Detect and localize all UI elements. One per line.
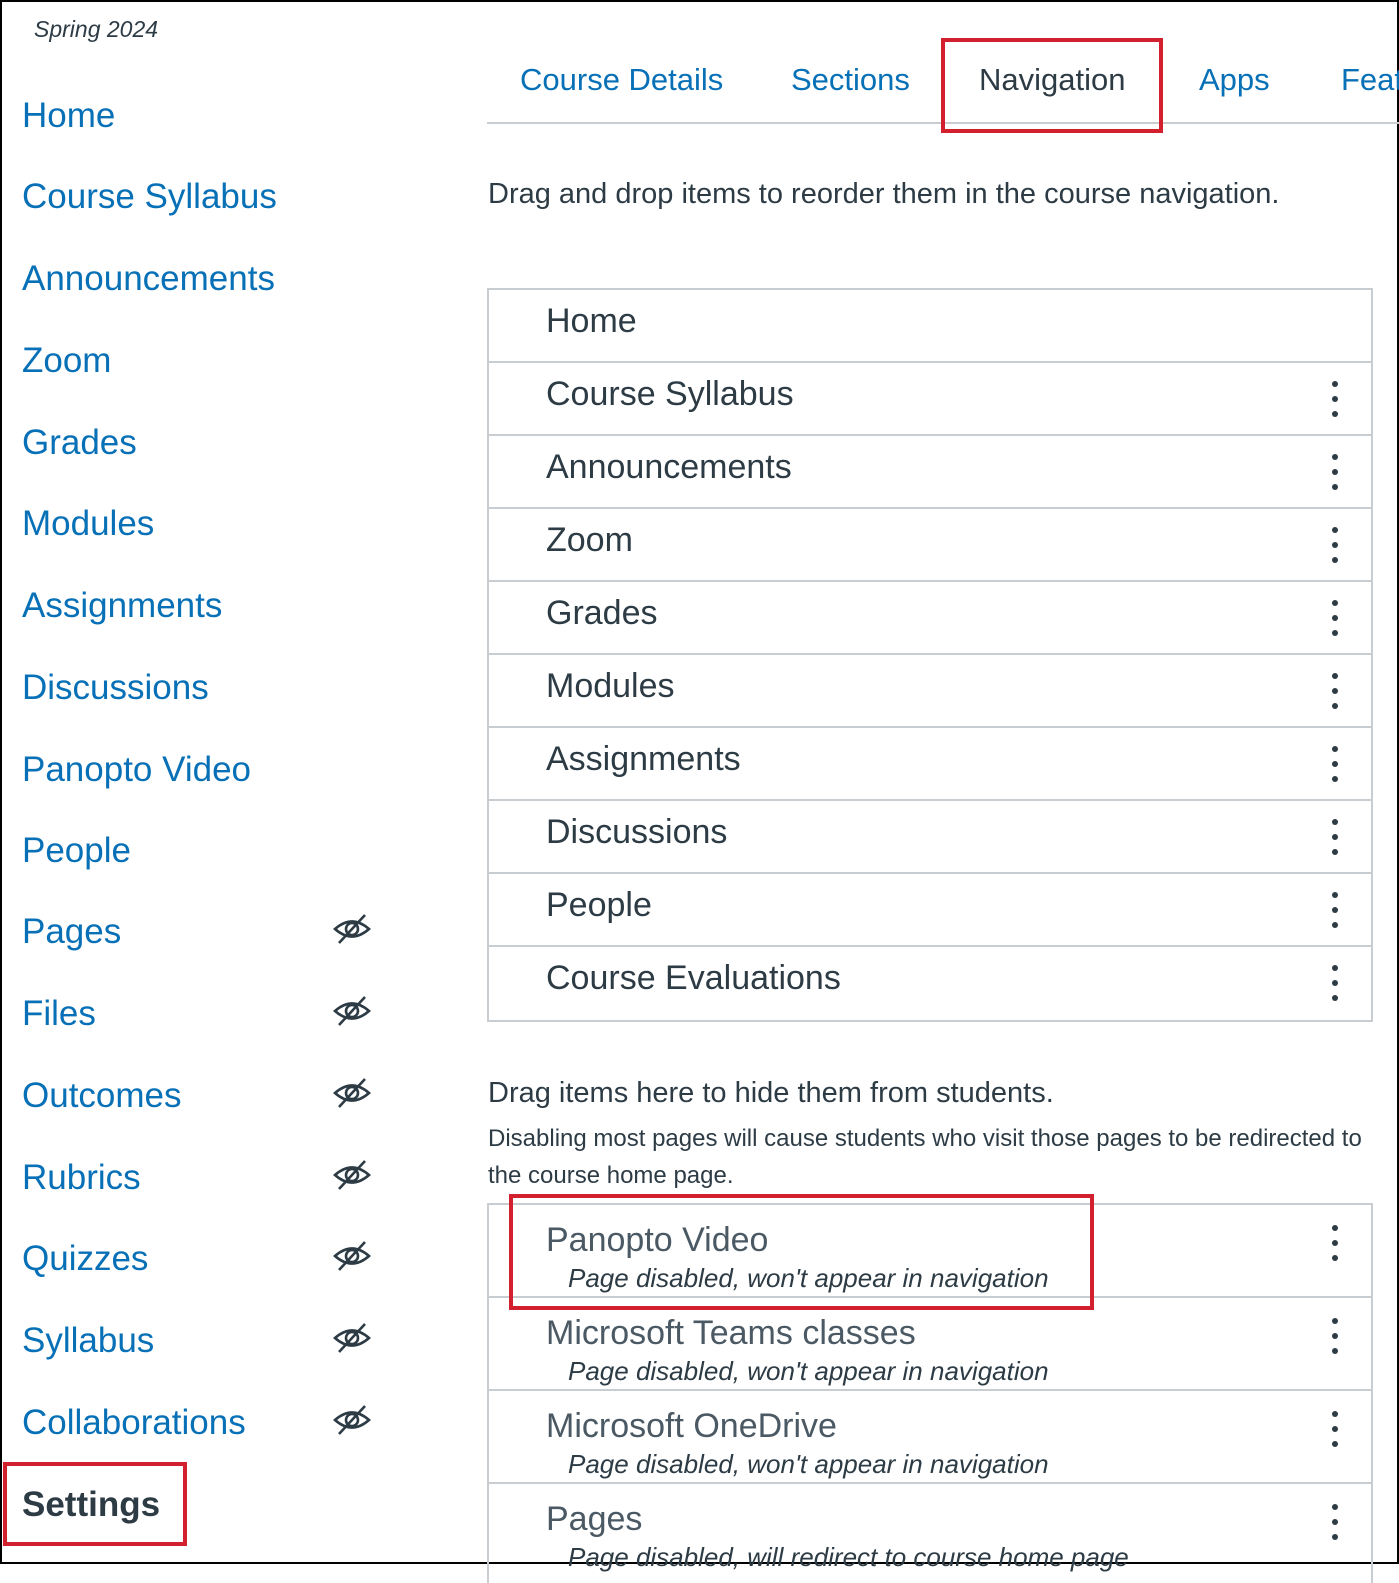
nav-list-item-label: Grades bbox=[546, 594, 658, 632]
eye-slash-icon bbox=[333, 914, 371, 944]
sidebar-item-files[interactable]: Files bbox=[22, 989, 96, 1039]
sidebar-item-home[interactable]: Home bbox=[22, 91, 115, 141]
tab-feature-options[interactable]: Feat bbox=[1341, 40, 1399, 120]
sidebar-item-rubrics[interactable]: Rubrics bbox=[22, 1153, 141, 1203]
sidebar-item-discussions[interactable]: Discussions bbox=[22, 663, 209, 713]
disabled-item-label: Microsoft Teams classes bbox=[546, 1314, 916, 1352]
nav-list-item[interactable]: Course Syllabus bbox=[489, 363, 1371, 436]
kebab-menu-icon[interactable] bbox=[1325, 381, 1345, 417]
nav-list-item[interactable]: Course Evaluations bbox=[489, 947, 1371, 1020]
disabled-item-status: Page disabled, will redirect to course h… bbox=[568, 1542, 1129, 1572]
kebab-menu-icon[interactable] bbox=[1325, 527, 1345, 563]
disabled-item-label: Pages bbox=[546, 1500, 643, 1538]
kebab-menu-icon[interactable] bbox=[1325, 673, 1345, 709]
tab-sections[interactable]: Sections bbox=[791, 40, 910, 120]
disabled-item-label: Microsoft OneDrive bbox=[546, 1407, 837, 1445]
nav-list-item-label: Course Evaluations bbox=[546, 959, 841, 997]
kebab-menu-icon[interactable] bbox=[1325, 965, 1345, 1001]
sidebar-item-collaborations[interactable]: Collaborations bbox=[22, 1398, 246, 1448]
nav-list-item[interactable]: Announcements bbox=[489, 436, 1371, 509]
nav-list-item[interactable]: Assignments bbox=[489, 728, 1371, 801]
enabled-navigation-list: Home Course Syllabus Announcements Zoom … bbox=[487, 288, 1373, 1022]
sidebar-item-grades[interactable]: Grades bbox=[22, 418, 137, 468]
nav-list-item-label: Modules bbox=[546, 667, 675, 705]
kebab-menu-icon[interactable] bbox=[1325, 1225, 1345, 1261]
reorder-instructions: Drag and drop items to reorder them in t… bbox=[488, 178, 1280, 210]
navigation-tab-highlight-box bbox=[941, 38, 1163, 133]
kebab-menu-icon[interactable] bbox=[1325, 1318, 1345, 1354]
tab-course-details[interactable]: Course Details bbox=[520, 40, 723, 120]
tab-apps[interactable]: Apps bbox=[1199, 40, 1270, 120]
eye-slash-icon bbox=[333, 1078, 371, 1108]
eye-slash-icon bbox=[333, 1323, 371, 1353]
hidden-items-heading: Drag items here to hide them from studen… bbox=[488, 1077, 1054, 1109]
eye-slash-icon bbox=[333, 1160, 371, 1190]
disabled-list-item[interactable]: Microsoft OneDrive Page disabled, won't … bbox=[489, 1391, 1371, 1484]
sidebar-item-people[interactable]: People bbox=[22, 826, 131, 876]
sidebar-item-assignments[interactable]: Assignments bbox=[22, 581, 222, 631]
kebab-menu-icon[interactable] bbox=[1325, 746, 1345, 782]
eye-slash-icon bbox=[333, 1241, 371, 1271]
nav-list-item-label: Discussions bbox=[546, 813, 728, 851]
sidebar-item-pages[interactable]: Pages bbox=[22, 907, 121, 957]
disabled-list-item[interactable]: Microsoft Teams classes Page disabled, w… bbox=[489, 1298, 1371, 1391]
sidebar-item-panopto-video[interactable]: Panopto Video bbox=[22, 745, 251, 795]
eye-slash-icon bbox=[333, 1405, 371, 1435]
sidebar-item-outcomes[interactable]: Outcomes bbox=[22, 1071, 182, 1121]
disabled-list-item[interactable]: Pages Page disabled, will redirect to co… bbox=[489, 1484, 1371, 1577]
sidebar-item-zoom[interactable]: Zoom bbox=[22, 336, 111, 386]
nav-list-item[interactable]: Grades bbox=[489, 582, 1371, 655]
nav-list-item-label: Assignments bbox=[546, 740, 741, 778]
kebab-menu-icon[interactable] bbox=[1325, 600, 1345, 636]
nav-list-item-label: Zoom bbox=[546, 521, 633, 559]
nav-list-item[interactable]: Home bbox=[489, 290, 1371, 363]
nav-list-item-label: People bbox=[546, 886, 652, 924]
panopto-highlight-box bbox=[509, 1194, 1094, 1310]
nav-list-item-label: Home bbox=[546, 302, 637, 340]
nav-list-item-label: Course Syllabus bbox=[546, 375, 794, 413]
kebab-menu-icon[interactable] bbox=[1325, 819, 1345, 855]
kebab-menu-icon[interactable] bbox=[1325, 892, 1345, 928]
eye-slash-icon bbox=[333, 996, 371, 1026]
sidebar-item-announcements[interactable]: Announcements bbox=[22, 254, 275, 304]
sidebar-item-syllabus[interactable]: Syllabus bbox=[22, 1316, 154, 1366]
course-term: Spring 2024 bbox=[34, 16, 159, 42]
nav-list-item-label: Announcements bbox=[546, 448, 792, 486]
hidden-items-description: Disabling most pages will cause students… bbox=[488, 1125, 1362, 1189]
nav-list-item[interactable]: People bbox=[489, 874, 1371, 947]
settings-highlight-box bbox=[3, 1462, 187, 1546]
sidebar-item-modules[interactable]: Modules bbox=[22, 499, 154, 549]
kebab-menu-icon[interactable] bbox=[1325, 1411, 1345, 1447]
disabled-item-status: Page disabled, won't appear in navigatio… bbox=[568, 1356, 1049, 1386]
nav-list-item[interactable]: Zoom bbox=[489, 509, 1371, 582]
disabled-item-status: Page disabled, won't appear in navigatio… bbox=[568, 1449, 1049, 1479]
sidebar-item-quizzes[interactable]: Quizzes bbox=[22, 1234, 148, 1284]
kebab-menu-icon[interactable] bbox=[1325, 1504, 1345, 1540]
sidebar-item-course-syllabus[interactable]: Course Syllabus bbox=[22, 172, 277, 222]
kebab-menu-icon[interactable] bbox=[1325, 454, 1345, 490]
nav-list-item[interactable]: Discussions bbox=[489, 801, 1371, 874]
nav-list-item[interactable]: Modules bbox=[489, 655, 1371, 728]
